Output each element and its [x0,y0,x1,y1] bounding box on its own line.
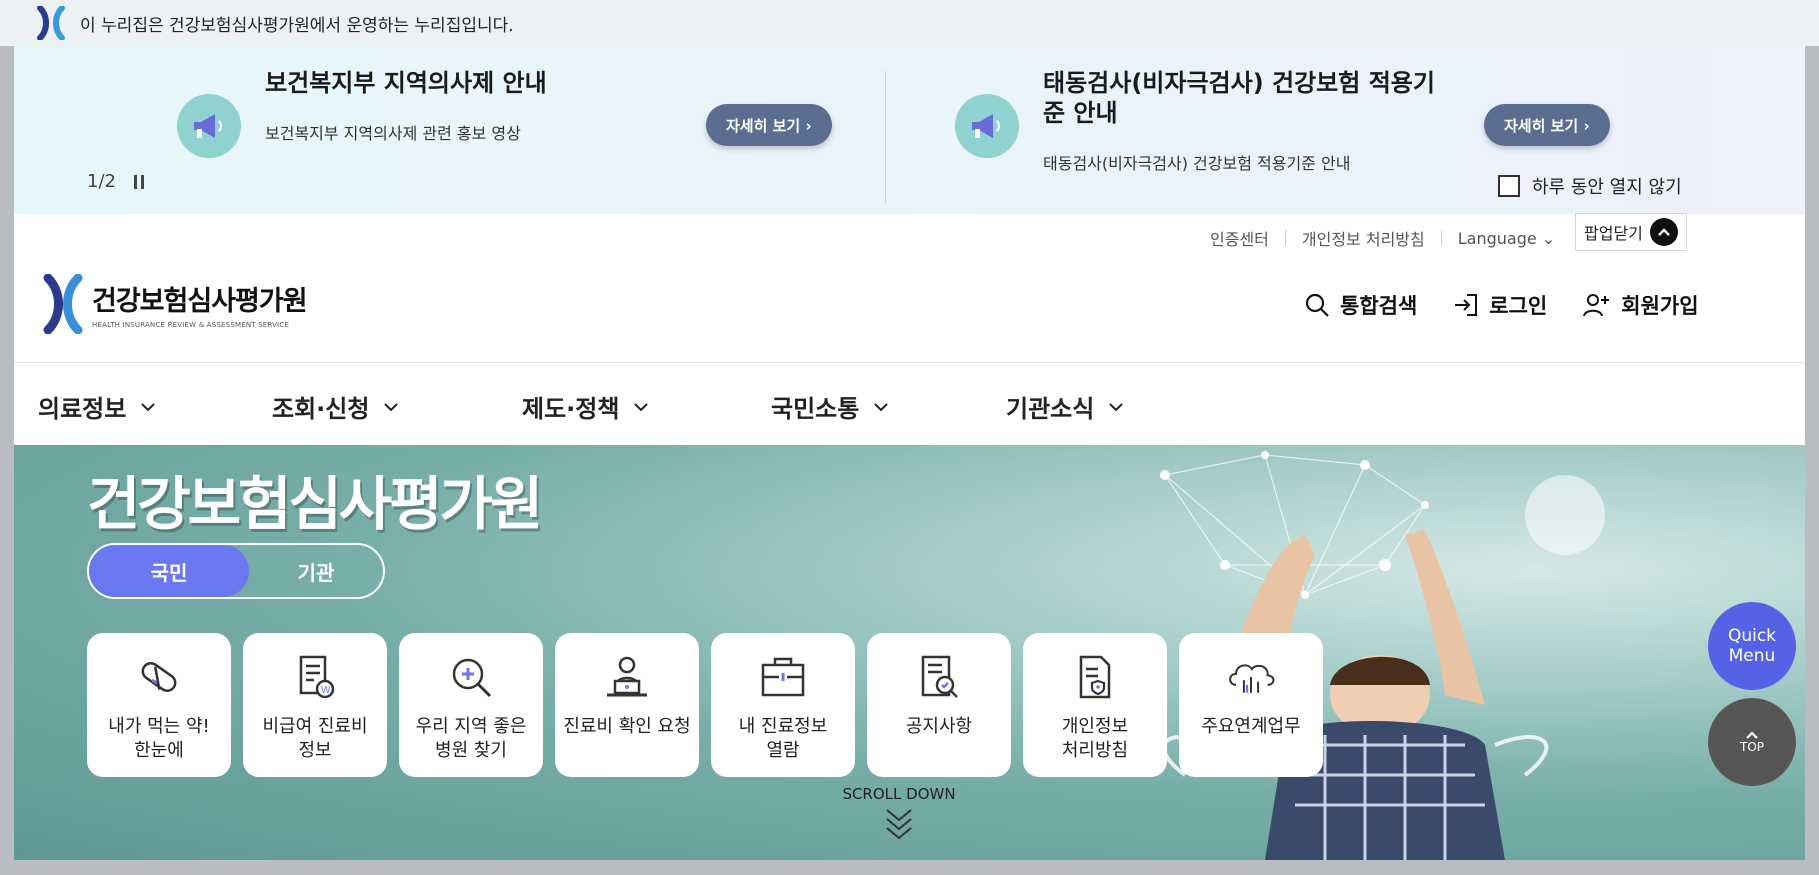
document-won-icon: W [289,651,341,703]
tile-fee-check[interactable]: 진료비 확인 요청 [555,633,699,777]
tile-my-medical-info[interactable]: 내 진료정보 열람 [711,633,855,777]
tile-linked-services[interactable]: 주요연계업무 [1179,633,1323,777]
tile-find-hospital[interactable]: 우리 지역 좋은 병원 찾기 [399,633,543,777]
nav-item-communication[interactable]: 국민소통 [771,389,889,424]
close-popup-button[interactable]: 팝업닫기 [1575,213,1687,251]
site-logo[interactable]: 건강보험심사평가원 HEALTH INSURANCE REVIEW & ASSE… [42,274,308,334]
gov-notice-text: 이 누리집은 건강보험심사평가원에서 운영하는 누리집입니다. [80,15,514,36]
cloud-link-icon [1225,651,1277,703]
quick-menu-button[interactable]: Quick Menu [1708,602,1796,690]
search-button[interactable]: 통합검색 [1304,290,1417,320]
tile-label: 주요연계업무 [1201,716,1301,737]
tile-label: 공지사항 [905,716,973,737]
popup-page-count: 1/2 [87,171,116,192]
tile-label: 비급여 진료비 정보 [262,716,368,761]
popup-title-2: 태동검사(비자극검사) 건강보험 적용기준 안내 [1043,69,1435,127]
brand-subtitle: HEALTH INSURANCE REVIEW & ASSESSMENT SER… [92,321,290,329]
checkbox-icon[interactable] [1498,175,1520,197]
chevron-down-icon [1109,402,1124,411]
popup-banner: 보건복지부 지역의사제 안내 보건복지부 지역의사제 관련 홍보 영상 자세히 … [14,46,1805,214]
hero-section: 건강보험심사평가원 국민 기관 내가 먹는 약! 한눈에 W 비급여 진료비 정… [14,445,1805,860]
svg-text:W: W [321,685,331,696]
toggle-citizen[interactable]: 국민 [89,545,249,597]
nav-item-inquiry[interactable]: 조회·신청 [272,389,399,424]
quick-menu-label: Quick Menu [1727,626,1777,666]
top-label: TOP [1739,740,1764,754]
tile-notice[interactable]: 공지사항 [867,633,1011,777]
chevron-up-icon [1746,731,1758,739]
tile-privacy[interactable]: 개인정보 처리방침 [1023,633,1167,777]
briefcase-icon [757,651,809,703]
chevron-down-icon [384,402,399,411]
chevron-down-icon [634,402,649,411]
nav-label: 조회·신청 [272,395,370,423]
chevron-down-icon [874,402,889,411]
popup-desc-2: 태동검사(비자극검사) 건강보험 적용기준 안내 [1043,154,1351,173]
megaphone-icon [177,94,241,158]
tile-label: 진료비 확인 요청 [563,716,691,737]
nav-item-medical-info[interactable]: 의료정보 [38,389,156,424]
hero-title: 건강보험심사평가원 [87,470,543,538]
more-button-2[interactable]: 자세히 보기 › [1484,104,1610,146]
chevron-down-icon [141,402,156,411]
nav-item-policy[interactable]: 제도·정책 [522,389,649,424]
search-icon [1305,293,1329,317]
tile-label: 내 진료정보 열람 [738,716,828,761]
login-icon [1455,294,1478,316]
main-nav: 의료정보 조회·신청 제도·정책 국민소통 기관소식 [14,362,1805,445]
nav-item-news[interactable]: 기관소식 [1006,389,1124,424]
utility-links: 인증센터 개인정보 처리방침 Language ⌄ [1210,226,1555,250]
logo-mark-icon [37,6,65,40]
close-popup-label: 팝업닫기 [1584,224,1643,243]
chevron-up-icon [1650,218,1678,246]
gov-notice-bar: 이 누리집은 건강보험심사평가원에서 운영하는 누리집입니다. [0,0,1819,46]
nav-label: 의료정보 [38,395,127,423]
login-label: 로그인 [1489,294,1548,318]
audience-toggle: 국민 기관 [87,543,385,599]
no-show-today-checkbox[interactable]: 하루 동안 열지 않기 [1498,173,1682,199]
cert-center-link[interactable]: 인증센터 [1210,226,1269,250]
nav-label: 기관소식 [1006,395,1095,423]
privacy-doc-icon [1069,651,1121,703]
tile-my-medicine[interactable]: 내가 먹는 약! 한눈에 [87,633,231,777]
scroll-down[interactable]: SCROLL DOWN [834,785,964,845]
popup-pager: 1/2 [87,171,144,192]
megaphone-icon [955,94,1019,158]
nav-label: 국민소통 [771,395,860,423]
language-select[interactable]: Language ⌄ [1458,229,1555,248]
popup-divider [885,71,886,203]
nav-label: 제도·정책 [522,395,620,423]
magnifier-plus-icon [445,651,497,703]
tile-label: 개인정보 처리방침 [1061,716,1129,761]
join-label: 회원가입 [1621,294,1699,318]
tile-label: 내가 먹는 약! 한눈에 [108,716,210,761]
user-plus-icon [1583,294,1610,317]
no-show-today-label: 하루 동안 열지 않기 [1532,177,1682,198]
tile-label: 우리 지역 좋은 병원 찾기 [415,716,527,761]
notice-doc-icon [913,651,965,703]
double-chevron-down-icon [886,809,912,840]
login-button[interactable]: 로그인 [1453,290,1547,320]
header-actions: 통합검색 로그인 회원가입 [1304,290,1699,320]
more-button-1[interactable]: 자세히 보기 › [706,104,832,146]
laptop-person-icon [601,651,653,703]
logo-x-icon [43,274,83,334]
join-button[interactable]: 회원가입 [1583,290,1699,320]
scroll-down-label: SCROLL DOWN [842,785,956,803]
pause-icon[interactable] [133,174,144,189]
toggle-institution[interactable]: 기관 [249,545,383,597]
tile-noncovered-fee[interactable]: W 비급여 진료비 정보 [243,633,387,777]
search-label: 통합검색 [1340,294,1418,318]
top-button[interactable]: TOP [1708,698,1796,786]
quick-tiles: 내가 먹는 약! 한눈에 W 비급여 진료비 정보 우리 지역 좋은 병원 찾기… [87,633,1323,777]
pill-icon [133,651,185,703]
popup-desc-1: 보건복지부 지역의사제 관련 홍보 영상 [265,124,521,143]
popup-title-1: 보건복지부 지역의사제 안내 [265,69,547,97]
privacy-policy-link[interactable]: 개인정보 처리방침 [1302,226,1425,250]
brand-name: 건강보험심사평가원 [92,286,308,317]
